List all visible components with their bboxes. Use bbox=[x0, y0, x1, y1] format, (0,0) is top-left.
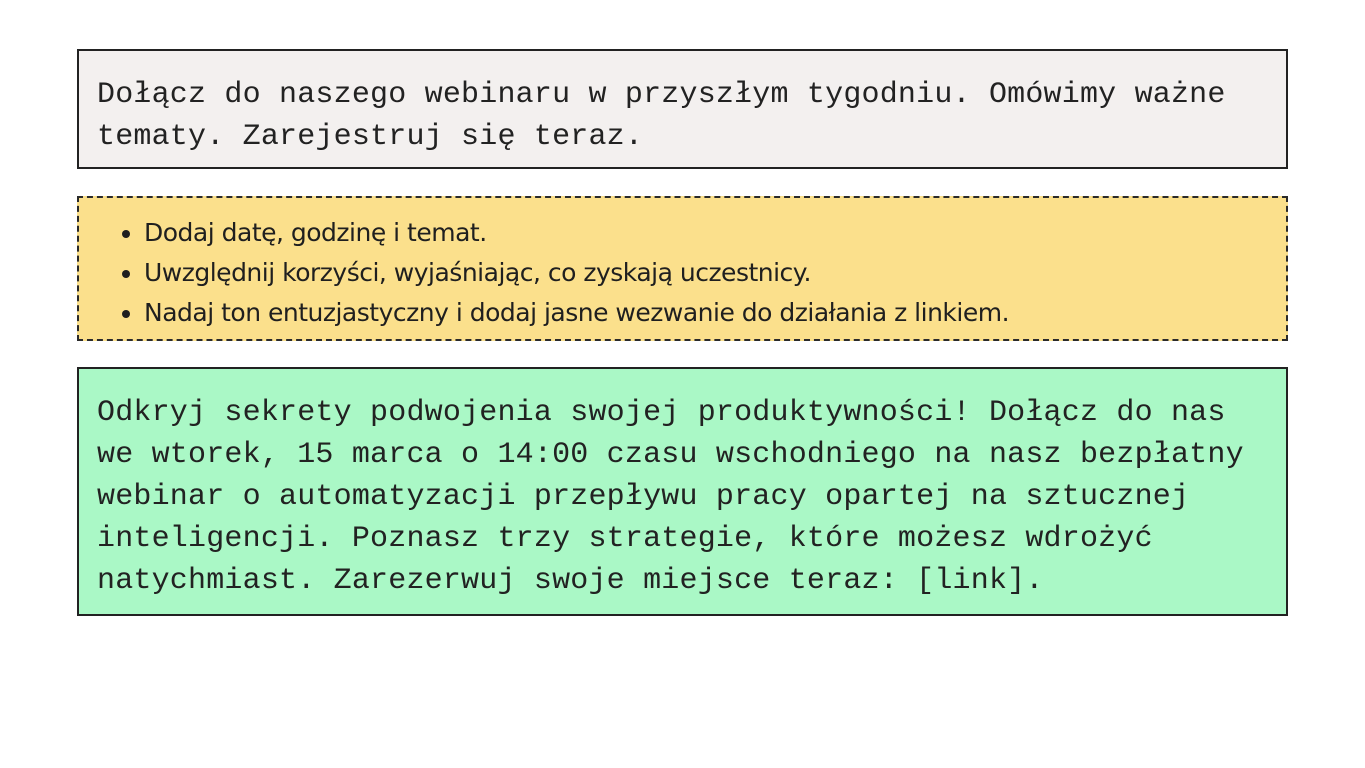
tip-item: Dodaj datę, godzinę i temat. bbox=[122, 213, 1268, 253]
tip-text: Uwzględnij korzyści, wyjaśniając, co zys… bbox=[144, 258, 811, 287]
original-prompt-text: Dołącz do naszego webinaru w przyszłym t… bbox=[97, 78, 1226, 154]
tip-item: Nadaj ton entuzjastyczny i dodaj jasne w… bbox=[122, 293, 1268, 333]
improvement-tips-box: Dodaj datę, godzinę i temat. Uwzględnij … bbox=[77, 196, 1288, 341]
bullet-icon bbox=[122, 310, 130, 318]
tip-text: Dodaj datę, godzinę i temat. bbox=[144, 218, 487, 247]
bullet-icon bbox=[122, 270, 130, 278]
bullet-icon bbox=[122, 230, 130, 238]
improved-result-box: Odkryj sekrety podwojenia swojej produkt… bbox=[77, 367, 1288, 616]
improved-result-text: Odkryj sekrety podwojenia swojej produkt… bbox=[97, 396, 1244, 598]
tips-list: Dodaj datę, godzinę i temat. Uwzględnij … bbox=[97, 213, 1268, 333]
original-prompt-box: Dołącz do naszego webinaru w przyszłym t… bbox=[77, 49, 1288, 169]
tip-text: Nadaj ton entuzjastyczny i dodaj jasne w… bbox=[144, 298, 1010, 327]
tip-item: Uwzględnij korzyści, wyjaśniając, co zys… bbox=[122, 253, 1268, 293]
